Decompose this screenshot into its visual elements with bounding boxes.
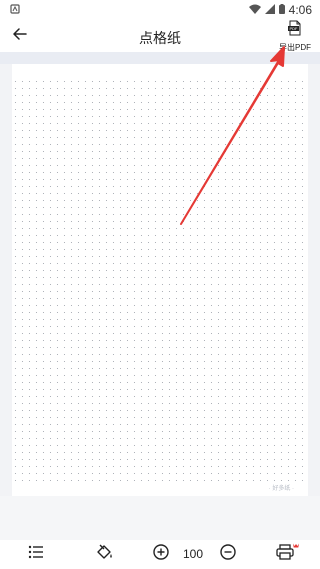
status-bar: 4:06 <box>0 0 320 20</box>
bottom-toolbar: 100 <box>0 540 320 569</box>
status-right: 4:06 <box>248 3 312 17</box>
svg-text:PDF: PDF <box>290 26 299 31</box>
signal-icon <box>264 3 275 17</box>
plus-circle-icon <box>153 543 169 565</box>
top-strip <box>0 52 320 64</box>
paper-preview-area: · 好多纸 · <box>0 64 320 496</box>
notification-icon <box>10 1 20 19</box>
status-left <box>10 1 20 19</box>
printer-icon <box>275 543 299 566</box>
wifi-icon <box>248 3 261 17</box>
zoom-value: 100 <box>182 547 204 561</box>
status-time: 4:06 <box>288 3 312 17</box>
print-button[interactable] <box>274 543 300 566</box>
dot-grid <box>12 76 308 486</box>
dot-grid-paper: · 好多纸 · <box>12 64 308 496</box>
app-bar: 点格纸 PDF 导出PDF <box>0 20 320 52</box>
zoom-in-button[interactable] <box>152 543 170 565</box>
pdf-file-icon: PDF <box>287 20 303 41</box>
list-icon <box>28 545 44 564</box>
watermark: · 好多纸 · <box>268 486 294 492</box>
battery-icon <box>278 3 285 17</box>
export-pdf-button[interactable]: PDF 导出PDF <box>278 20 312 52</box>
minus-circle-icon <box>220 543 236 565</box>
list-button[interactable] <box>26 544 46 564</box>
fill-color-button[interactable] <box>94 544 114 564</box>
paint-bucket-icon <box>95 544 113 565</box>
page-title: 点格纸 <box>139 30 181 46</box>
zoom-out-button[interactable] <box>219 543 237 565</box>
